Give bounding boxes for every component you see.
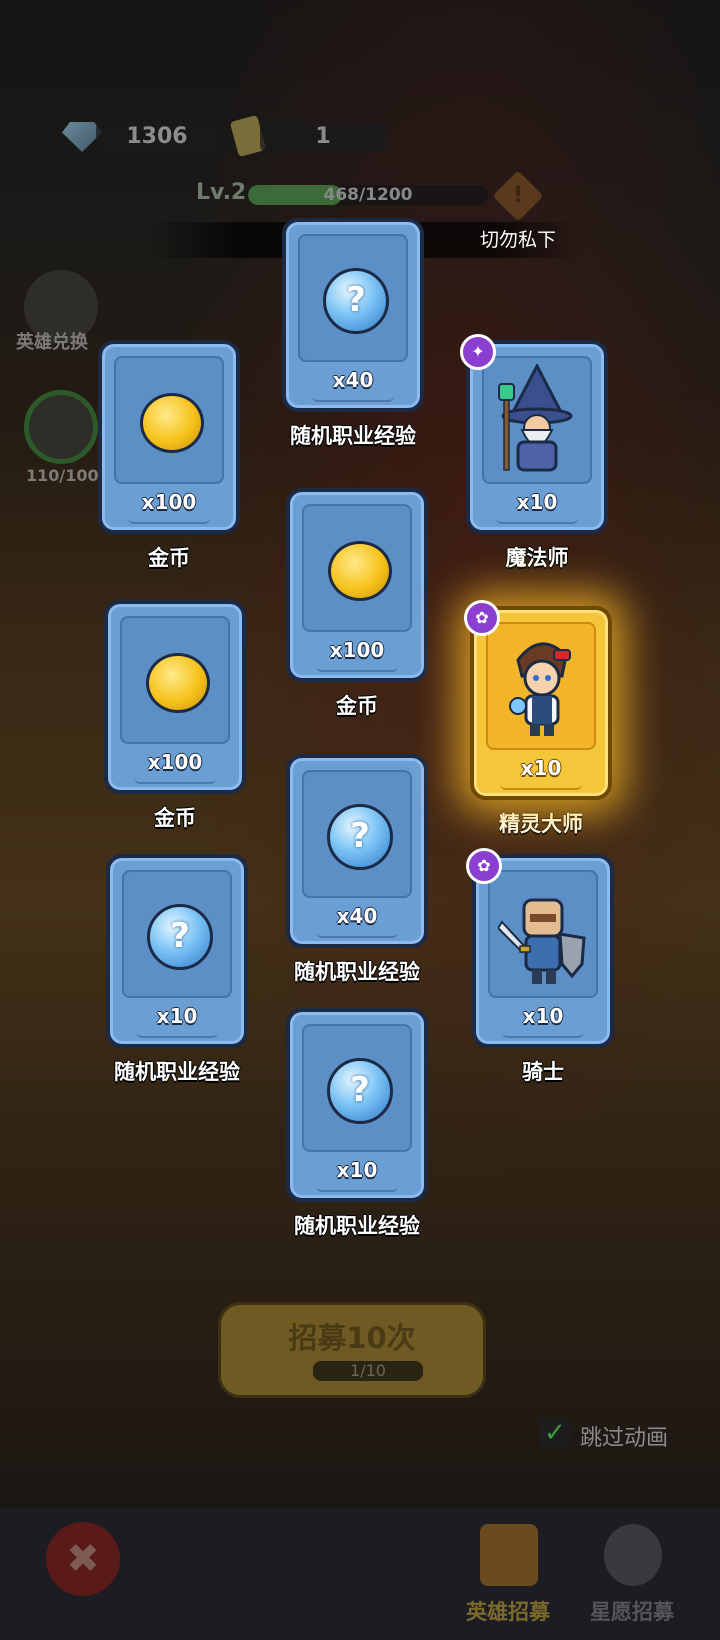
reward-quantity: x100 <box>147 750 203 774</box>
gold-coin-icon <box>140 393 204 453</box>
gold-coin-icon <box>146 653 210 713</box>
mystery-exp-orb-icon: ? <box>327 1058 393 1124</box>
reward-card-knight[interactable]: ✿ x10 骑士 <box>466 848 618 1086</box>
tab-hero-recruit[interactable]: 英雄招募 <box>448 1524 568 1634</box>
hero-recruit-card-icon <box>480 1524 538 1586</box>
reward-quantity: x100 <box>329 638 385 662</box>
reward-card-exp-3[interactable]: ? x10 随机职业经验 <box>102 854 252 1086</box>
reward-name: 金币 <box>148 546 190 570</box>
gold-coin-icon <box>328 541 392 601</box>
reward-name: 魔法师 <box>505 546 569 570</box>
reward-quantity: x100 <box>141 490 197 514</box>
gem-count: 1306 <box>96 122 218 152</box>
reward-name: 金币 <box>336 694 378 718</box>
ticket-count: 1 <box>260 122 386 152</box>
reward-name: 随机职业经验 <box>294 960 420 984</box>
hero-exchange-label: 英雄兑换 <box>16 332 88 353</box>
reward-card-exp-1[interactable]: ? x40 随机职业经验 <box>278 218 428 450</box>
mage-hero-portrait <box>498 364 573 472</box>
reward-card-spirit-master[interactable]: ✿ x10 精灵大师 <box>464 600 616 838</box>
player-level: Lv.2 <box>196 180 247 205</box>
warning-icon[interactable]: ! <box>492 170 544 222</box>
reward-card-exp-2[interactable]: ? x40 随机职业经验 <box>282 754 432 986</box>
recruit-progress-text: 1/10 <box>350 1361 386 1380</box>
wand-icon: ✦ <box>460 334 496 370</box>
reward-progress-icon[interactable] <box>24 390 98 464</box>
reward-name: 精灵大师 <box>499 812 583 836</box>
reward-quantity: x40 <box>336 904 378 928</box>
reward-progress-counter: 110/100 <box>26 466 99 485</box>
reward-quantity: x40 <box>332 368 374 392</box>
reward-name: 随机职业经验 <box>294 1214 420 1238</box>
tab-wish-recruit-label: 星愿招募 <box>590 1600 674 1624</box>
paw-icon: ✿ <box>466 848 502 884</box>
paw-icon: ✿ <box>464 600 500 636</box>
reward-card-coin-1[interactable]: x100 金币 <box>94 340 244 572</box>
reward-quantity: x10 <box>520 756 562 780</box>
recruit-10-label: 招募10次 <box>288 1321 416 1355</box>
mystery-exp-orb-icon: ? <box>147 904 213 970</box>
reward-quantity: x10 <box>336 1158 378 1182</box>
reward-quantity: x10 <box>516 490 558 514</box>
tab-hero-recruit-label: 英雄招募 <box>466 1600 550 1624</box>
reward-name: 金币 <box>154 806 196 830</box>
reward-card-coin-2[interactable]: x100 金币 <box>282 488 432 720</box>
recruit-10-button[interactable]: 招募10次 1/10 <box>218 1302 486 1398</box>
xp-text: 468/1200 <box>323 185 413 205</box>
reward-name: 骑士 <box>522 1060 564 1084</box>
reward-card-mage[interactable]: ✦ x10 魔法师 <box>460 334 612 572</box>
checkbox-checked-icon[interactable]: ✓ <box>540 1418 570 1448</box>
tab-wish-recruit[interactable]: 星愿招募 <box>572 1524 692 1634</box>
reward-quantity: x10 <box>522 1004 564 1028</box>
reward-card-exp-4[interactable]: ? x10 随机职业经验 <box>282 1008 432 1240</box>
reward-quantity: x10 <box>156 1004 198 1028</box>
knight-hero-portrait <box>498 898 586 984</box>
close-icon[interactable]: ✖ <box>46 1522 120 1596</box>
mystery-exp-orb-icon: ? <box>323 268 389 334</box>
xp-bar: 468/1200 <box>248 185 488 205</box>
mystery-exp-orb-icon: ? <box>327 804 393 870</box>
spirit-master-hero-portrait <box>509 642 571 736</box>
skip-animation-label: 跳过动画 <box>580 1426 669 1451</box>
recruit-progress-bar: 1/10 <box>313 1361 423 1381</box>
notice-text: 切勿私下 <box>480 229 557 251</box>
reward-name: 随机职业经验 <box>290 424 416 448</box>
reward-card-coin-3[interactable]: x100 金币 <box>100 600 250 832</box>
wish-recruit-icon <box>604 1524 662 1586</box>
reward-name: 随机职业经验 <box>114 1060 240 1084</box>
